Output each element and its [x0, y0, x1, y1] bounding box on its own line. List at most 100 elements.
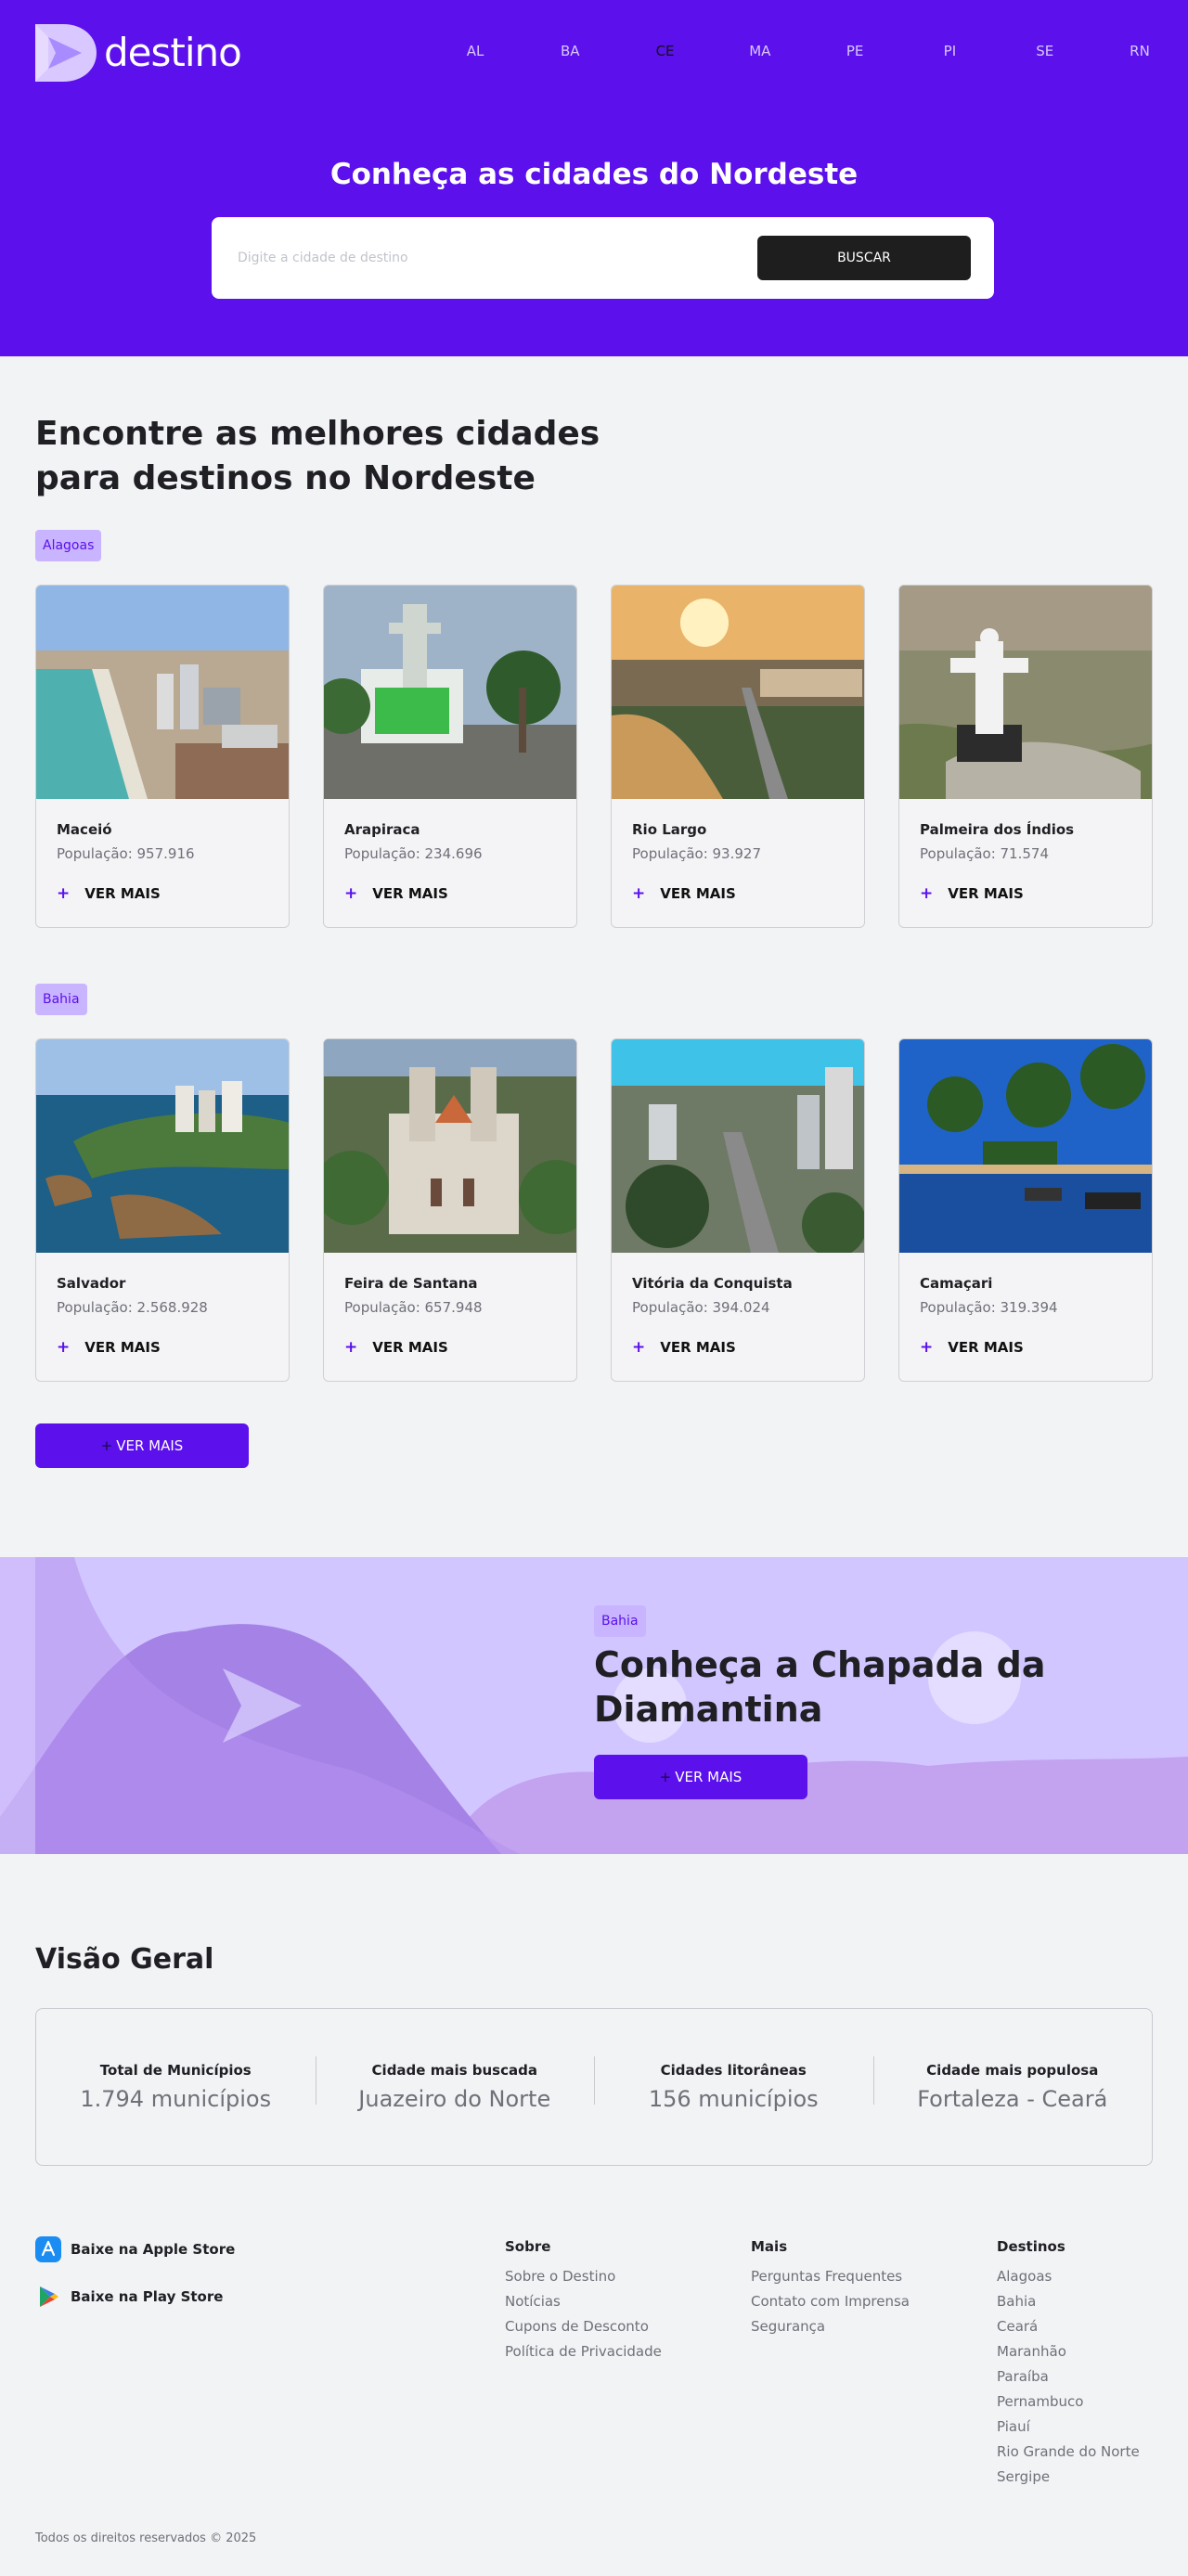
see-more-link[interactable]: + VER MAIS — [632, 1338, 736, 1357]
state-tag-alagoas[interactable]: Alagoas — [35, 530, 102, 561]
city-photo — [36, 586, 289, 799]
see-more-label: VER MAIS — [948, 1339, 1024, 1356]
overview-item: Cidades litorâneas 156 municípios — [594, 2056, 873, 2112]
section-title: Encontre as melhores cidades para destin… — [35, 415, 600, 497]
footer-link[interactable]: Notícias — [505, 2289, 662, 2314]
city-photo — [899, 1039, 1152, 1253]
city-card[interactable]: Vitória da Conquista População: 394.024 … — [611, 1038, 865, 1382]
load-more-button[interactable]: + VER MAIS — [35, 1423, 249, 1468]
overview-label: Cidade mais populosa — [926, 2062, 1099, 2079]
footer-link[interactable]: Bahia — [997, 2289, 1140, 2314]
footer-link[interactable]: Rio Grande do Norte — [997, 2440, 1140, 2465]
plus-icon: + — [57, 1338, 71, 1357]
city-photo — [324, 586, 576, 799]
city-card[interactable]: Feira de Santana População: 657.948 + VER… — [323, 1038, 577, 1382]
nav-item-se[interactable]: SE — [1027, 43, 1064, 59]
city-name: Arapiraca — [344, 821, 420, 838]
nav-item-ba[interactable]: BA — [551, 43, 588, 59]
load-more-label: VER MAIS — [116, 1437, 184, 1454]
footer-link[interactable]: Paraíba — [997, 2364, 1140, 2389]
see-more-link[interactable]: + VER MAIS — [920, 884, 1024, 903]
hero-title: Conheça as cidades do Nordeste — [329, 158, 859, 191]
banner-title: Conheça a Chapada da Diamantina — [594, 1644, 1046, 1730]
see-more-link[interactable]: + VER MAIS — [57, 884, 161, 903]
footer-link[interactable]: Ceará — [997, 2314, 1140, 2339]
see-more-label: VER MAIS — [84, 885, 161, 902]
city-card[interactable]: Salvador População: 2.568.928 + VER MAIS — [35, 1038, 290, 1382]
plus-icon: + — [920, 1338, 934, 1357]
search-input[interactable] — [238, 245, 702, 271]
footer-link[interactable]: Contato com Imprensa — [751, 2289, 910, 2314]
nav-item-pi[interactable]: PI — [931, 43, 968, 59]
logo-icon — [35, 24, 97, 82]
nav-item-al[interactable]: AL — [457, 43, 494, 59]
see-more-label: VER MAIS — [84, 1339, 161, 1356]
footer-column-title: Destinos — [997, 2238, 1065, 2255]
brand-name: destino — [104, 30, 242, 75]
footer-link[interactable]: Alagoas — [997, 2264, 1140, 2289]
city-name: Maceió — [57, 821, 112, 838]
overview-item: Cidade mais buscada Juazeiro do Norte — [315, 2056, 595, 2112]
see-more-link[interactable]: + VER MAIS — [57, 1338, 161, 1357]
city-photo — [612, 586, 864, 799]
city-card[interactable]: Palmeira dos Índios População: 71.574 + V… — [898, 585, 1153, 928]
city-card[interactable]: Maceió População: 957.916 + VER MAIS — [35, 585, 290, 928]
city-population: População: 93.927 — [632, 845, 761, 862]
brand-logo[interactable]: destino — [35, 24, 242, 82]
see-more-link[interactable]: + VER MAIS — [344, 884, 448, 903]
plus-icon: + — [344, 1338, 358, 1357]
plus-icon: + — [632, 884, 646, 903]
city-card[interactable]: Camaçari População: 319.394 + VER MAIS — [898, 1038, 1153, 1382]
banner-tag[interactable]: Bahia — [594, 1605, 646, 1637]
see-more-link[interactable]: + VER MAIS — [632, 884, 736, 903]
nav-item-rn[interactable]: RN — [1121, 43, 1158, 59]
plus-icon: + — [920, 884, 934, 903]
city-name: Vitória da Conquista — [632, 1275, 793, 1292]
city-card[interactable]: Rio Largo População: 93.927 + VER MAIS — [611, 585, 865, 928]
footer-link[interactable]: Perguntas Frequentes — [751, 2264, 910, 2289]
overview-label: Cidade mais buscada — [371, 2062, 537, 2079]
city-name: Palmeira dos Índios — [920, 821, 1075, 838]
footer-column-title: Sobre — [505, 2238, 551, 2255]
city-population: População: 657.948 — [344, 1299, 483, 1316]
footer-link[interactable]: Sergipe — [997, 2465, 1140, 2490]
city-population: População: 319.394 — [920, 1299, 1058, 1316]
plus-icon: + — [100, 1437, 113, 1454]
nav-item-ce[interactable]: CE — [647, 43, 684, 59]
city-population: População: 957.916 — [57, 845, 195, 862]
plus-icon: + — [344, 884, 358, 903]
search-button[interactable]: BUSCAR — [757, 236, 971, 280]
plus-icon: + — [632, 1338, 646, 1357]
apple-store-link[interactable]: Baixe na Apple Store — [35, 2236, 235, 2262]
play-store-label: Baixe na Play Store — [71, 2288, 224, 2305]
footer-link[interactable]: Segurança — [751, 2314, 910, 2339]
footer-link[interactable]: Pernambuco — [997, 2389, 1140, 2415]
city-photo — [612, 1039, 864, 1253]
see-more-link[interactable]: + VER MAIS — [344, 1338, 448, 1357]
footer-link[interactable]: Sobre o Destino — [505, 2264, 662, 2289]
overview-value: Fortaleza - Ceará — [917, 2086, 1108, 2112]
footer-column-title: Mais — [751, 2238, 788, 2255]
footer-column-sobre: Sobre Sobre o Destino Notícias Cupons de… — [505, 2238, 662, 2364]
overview-label: Cidades litorâneas — [660, 2062, 807, 2079]
footer-link[interactable]: Maranhão — [997, 2339, 1140, 2364]
apple-store-icon — [35, 2236, 61, 2262]
nav-item-ma[interactable]: MA — [742, 43, 779, 59]
state-tag-bahia[interactable]: Bahia — [35, 984, 87, 1015]
overview-panel: Total de Municípios 1.794 municípios Cid… — [35, 2008, 1153, 2166]
footer-link[interactable]: Cupons de Desconto — [505, 2314, 662, 2339]
footer-link[interactable]: Piauí — [997, 2415, 1140, 2440]
copyright-text: Todos os direitos reservados © 2025 — [35, 2531, 257, 2545]
nav-item-pe[interactable]: PE — [836, 43, 873, 59]
city-card[interactable]: Arapiraca População: 234.696 + VER MAIS — [323, 585, 577, 928]
see-more-label: VER MAIS — [660, 1339, 736, 1356]
footer-link[interactable]: Política de Privacidade — [505, 2339, 662, 2364]
overview-value: Juazeiro do Norte — [358, 2086, 551, 2112]
see-more-label: VER MAIS — [948, 885, 1024, 902]
see-more-label: VER MAIS — [660, 885, 736, 902]
banner-see-more-button[interactable]: + VER MAIS — [594, 1755, 807, 1799]
play-store-link[interactable]: Baixe na Play Store — [35, 2284, 223, 2310]
city-name: Camaçari — [920, 1275, 993, 1292]
see-more-link[interactable]: + VER MAIS — [920, 1338, 1024, 1357]
search-box: BUSCAR — [212, 217, 994, 299]
